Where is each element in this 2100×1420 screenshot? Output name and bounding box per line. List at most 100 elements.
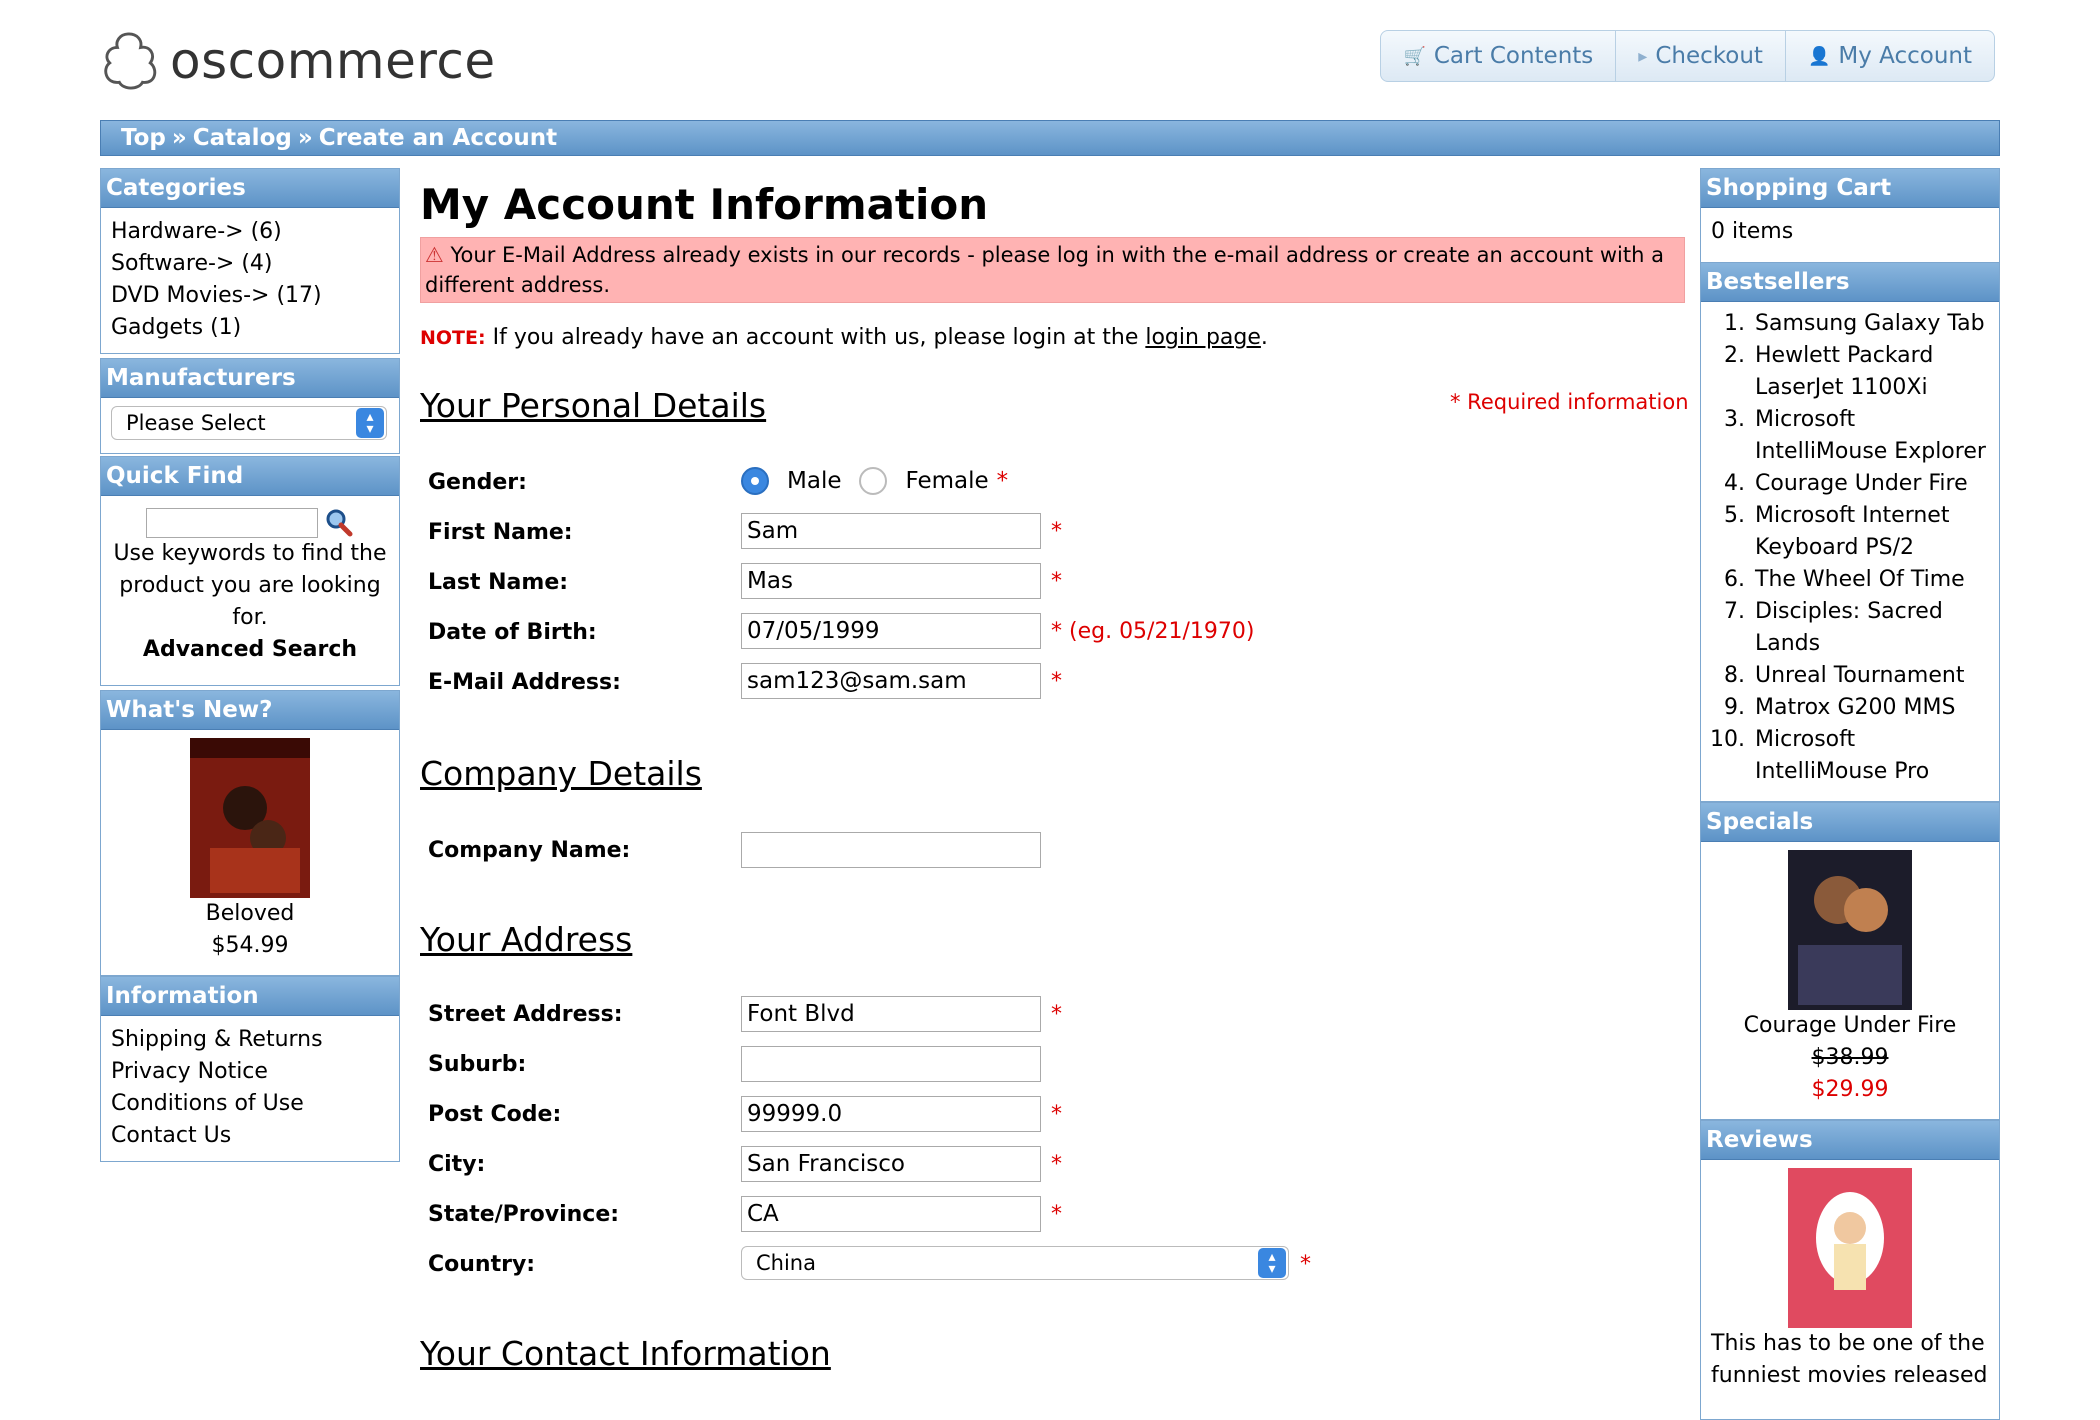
bestseller-title-line: Courage Under Fire: [1755, 471, 1968, 496]
state-label: State/Province:: [428, 1202, 620, 1227]
bestseller-title[interactable]: Courage Under Fire: [1755, 468, 1968, 500]
dob-input[interactable]: 07/05/1999: [741, 613, 1041, 649]
main-content: My Account Information ⚠ Your E-Mail Add…: [420, 180, 1685, 350]
email-input[interactable]: sam123@sam.sam: [741, 663, 1041, 699]
bestseller-title-line: IntelliMouse Explorer: [1755, 439, 1986, 464]
shopping-cart-summary: 0 items: [1711, 219, 1794, 244]
company-details-form: Company Name:: [420, 830, 1685, 880]
gender-label: Gender:: [428, 470, 527, 495]
category-dvd-movies[interactable]: DVD Movies-> (17): [111, 283, 322, 308]
bestseller-item[interactable]: 3. Microsoft IntelliMouse Explorer: [1705, 404, 1995, 468]
info-contact-us[interactable]: Contact Us: [111, 1123, 231, 1148]
address-heading: Your Address: [420, 920, 632, 959]
country-select[interactable]: China ▴ ▾: [741, 1246, 1289, 1280]
checkout-button[interactable]: ▸ Checkout: [1616, 31, 1786, 81]
bestseller-title[interactable]: Microsoft IntelliMouse Explorer: [1755, 404, 1986, 468]
first-name-input[interactable]: Sam: [741, 513, 1041, 549]
bestseller-item[interactable]: 2. Hewlett Packard LaserJet 1100Xi: [1705, 340, 1995, 404]
suburb-label: Suburb:: [428, 1052, 527, 1077]
info-privacy-notice[interactable]: Privacy Notice: [111, 1059, 268, 1084]
city-input[interactable]: San Francisco: [741, 1146, 1041, 1182]
login-page-link[interactable]: login page: [1145, 325, 1261, 350]
bestseller-item[interactable]: 8. Unreal Tournament: [1705, 660, 1995, 692]
my-account-button[interactable]: 👤 My Account: [1786, 31, 1994, 81]
warning-icon: ⚠: [425, 243, 444, 267]
shopping-cart-box: Shopping Cart 0 items: [1700, 168, 2000, 264]
dob-hint: * (eg. 05/21/1970): [1051, 619, 1255, 644]
postcode-required-star: *: [1051, 1102, 1062, 1127]
bestseller-title-line: LaserJet 1100Xi: [1755, 375, 1928, 400]
courage-under-fire-image[interactable]: [1788, 850, 1912, 1010]
bestseller-title[interactable]: Hewlett Packard LaserJet 1100Xi: [1755, 340, 1933, 404]
gender-male-radio[interactable]: [741, 467, 769, 495]
bestseller-title[interactable]: Unreal Tournament: [1755, 660, 1964, 692]
address-title: Your Address: [420, 920, 633, 959]
review-product-image[interactable]: [1788, 1168, 1912, 1328]
breadcrumb: Top » Catalog » Create an Account: [100, 120, 2000, 156]
advanced-search-link[interactable]: Advanced Search: [143, 637, 357, 662]
street-input[interactable]: Font Blvd: [741, 996, 1041, 1032]
category-hardware[interactable]: Hardware-> (6): [111, 219, 282, 244]
bestseller-title[interactable]: Matrox G200 MMS: [1755, 692, 1955, 724]
review-text: This has to be one of the funniest movie…: [1711, 1331, 1988, 1388]
contact-info-heading: Your Contact Information: [420, 1334, 831, 1373]
categories-box: Categories Hardware-> (6) Software-> (4)…: [100, 168, 400, 354]
quick-find-title: Quick Find: [101, 457, 399, 496]
bestseller-item[interactable]: 9. Matrox G200 MMS: [1705, 692, 1995, 724]
city-required-star: *: [1051, 1152, 1062, 1177]
suburb-input[interactable]: [741, 1046, 1041, 1082]
first-name-required-star: *: [1051, 519, 1062, 544]
postcode-input[interactable]: 99999.0: [741, 1096, 1041, 1132]
company-details-title: Company Details: [420, 754, 702, 793]
bestseller-item[interactable]: 4. Courage Under Fire: [1705, 468, 1995, 500]
breadcrumb-top[interactable]: Top: [121, 125, 166, 151]
bestseller-item[interactable]: 7. Disciples: Sacred Lands: [1705, 596, 1995, 660]
beloved-product-image[interactable]: [190, 738, 310, 898]
bestseller-title-line: Microsoft Internet: [1755, 503, 1950, 528]
personal-details-heading: Your Personal Details: [420, 386, 766, 425]
cart-icon: 🛒: [1403, 45, 1426, 67]
bestseller-item[interactable]: 10. Microsoft IntelliMouse Pro: [1705, 724, 1995, 788]
email-label: E-Mail Address:: [428, 670, 621, 695]
bestseller-title-line: The Wheel Of Time: [1755, 567, 1965, 592]
store-logo[interactable]: oscommerce: [100, 26, 496, 96]
bestseller-item[interactable]: 5. Microsoft Internet Keyboard PS/2: [1705, 500, 1995, 564]
shopping-cart-title: Shopping Cart: [1701, 169, 1999, 208]
manufacturers-title: Manufacturers: [101, 359, 399, 398]
category-software[interactable]: Software-> (4): [111, 251, 273, 276]
gender-female-radio[interactable]: [859, 467, 888, 495]
bestseller-title[interactable]: Microsoft Internet Keyboard PS/2: [1755, 500, 1949, 564]
bestseller-item[interactable]: 1. Samsung Galaxy Tab: [1705, 308, 1995, 340]
bestseller-title[interactable]: Samsung Galaxy Tab: [1755, 308, 1985, 340]
breadcrumb-create-account[interactable]: Create an Account: [319, 125, 557, 151]
gender-required-star: *: [996, 468, 1009, 494]
my-account-label: My Account: [1838, 43, 1972, 69]
bestseller-title[interactable]: The Wheel Of Time: [1755, 564, 1965, 596]
contact-info-title: Your Contact Information: [420, 1334, 831, 1373]
search-icon[interactable]: [324, 508, 354, 538]
gender-male-label: Male: [787, 468, 842, 494]
manufacturers-select[interactable]: Please Select ▴ ▾: [111, 406, 387, 440]
category-gadgets[interactable]: Gadgets (1): [111, 315, 241, 340]
personal-details-form: Gender: Male Female * First Name: Sam * …: [420, 455, 1685, 705]
info-shipping-returns[interactable]: Shipping & Returns: [111, 1027, 323, 1052]
bestseller-title[interactable]: Microsoft IntelliMouse Pro: [1755, 724, 1929, 788]
breadcrumb-catalog[interactable]: Catalog: [193, 125, 292, 151]
dob-label: Date of Birth:: [428, 620, 597, 645]
specials-product-name[interactable]: Courage Under Fire: [1744, 1013, 1957, 1038]
last-name-input[interactable]: Mas: [741, 563, 1041, 599]
breadcrumb-separator: »: [297, 125, 313, 151]
bestseller-title[interactable]: Disciples: Sacred Lands: [1755, 596, 1943, 660]
cart-contents-button[interactable]: 🛒 Cart Contents: [1381, 31, 1617, 81]
bestseller-item[interactable]: 6. The Wheel Of Time: [1705, 564, 1995, 596]
state-input[interactable]: CA: [741, 1196, 1041, 1232]
information-box: Information Shipping & Returns Privacy N…: [100, 976, 400, 1162]
last-name-required-star: *: [1051, 569, 1062, 594]
info-conditions-of-use[interactable]: Conditions of Use: [111, 1091, 304, 1116]
company-name-input[interactable]: [741, 832, 1041, 868]
whats-new-product-name[interactable]: Beloved: [206, 901, 295, 926]
bestseller-rank: 8.: [1724, 663, 1745, 688]
street-label: Street Address:: [428, 1002, 623, 1027]
street-required-star: *: [1051, 1002, 1062, 1027]
quick-find-input[interactable]: [146, 508, 318, 538]
